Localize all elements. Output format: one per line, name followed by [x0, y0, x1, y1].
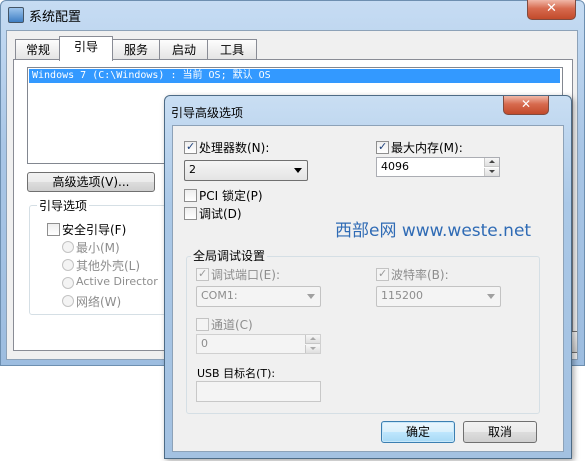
usb-target-input[interactable] [196, 381, 321, 402]
tab-general[interactable]: 常规 [15, 39, 61, 60]
advanced-options-button[interactable]: 高级选项(V)... [27, 172, 155, 192]
active-directory-label: Active Director [76, 275, 158, 288]
boot-options-title: 引导选项 [37, 197, 90, 214]
app-icon [8, 7, 24, 23]
baud-rate-value: 115200 [381, 289, 423, 302]
safe-boot-label: 安全引导(F) [62, 223, 127, 237]
max-memory-checkbox[interactable] [376, 140, 389, 154]
spin-down-icon[interactable] [484, 168, 499, 176]
num-processors-checkbox[interactable] [184, 140, 197, 154]
minimal-label: 最小(M) [76, 241, 120, 255]
chevron-down-icon [487, 294, 495, 299]
baud-rate-select[interactable]: 115200 [376, 286, 501, 307]
debug-port-label: 调试端口(E): [211, 268, 280, 282]
channel-spinner[interactable]: 0 [196, 334, 321, 354]
other-shell-radio[interactable] [62, 259, 74, 271]
window-title: 系统配置 [29, 10, 82, 25]
dialog-title: 引导高级选项 [171, 106, 244, 120]
tab-startup[interactable]: 启动 [159, 39, 209, 60]
num-processors-select[interactable]: 2 [184, 160, 308, 181]
max-memory-label: 最大内存(M): [391, 141, 463, 155]
cancel-button[interactable]: 取消 [463, 421, 537, 443]
spin-up-icon[interactable] [484, 158, 499, 167]
max-memory-spinner[interactable]: 4096 [376, 157, 500, 177]
list-item[interactable]: Windows 7 (C:\Windows) : 当前 OS; 默认 OS [29, 69, 560, 83]
pci-lock-checkbox[interactable] [184, 189, 197, 202]
num-processors-value: 2 [189, 163, 196, 176]
tab-services[interactable]: 服务 [111, 39, 161, 60]
debug-port-checkbox[interactable] [196, 267, 209, 281]
baud-rate-label: 波特率(B): [391, 268, 449, 282]
chevron-down-icon [294, 168, 302, 173]
active-directory-radio[interactable] [62, 277, 74, 289]
debug-label: 调试(D) [199, 207, 242, 221]
close-button[interactable]: ✕ [527, 0, 576, 20]
minimal-radio[interactable] [62, 241, 74, 253]
max-memory-value: 4096 [381, 160, 409, 173]
other-shell-label: 其他外壳(L) [76, 259, 141, 273]
spin-up-icon[interactable] [305, 335, 320, 344]
network-radio[interactable] [62, 295, 74, 307]
debug-checkbox[interactable] [184, 207, 197, 220]
spin-down-icon[interactable] [305, 345, 320, 353]
channel-value: 0 [201, 337, 208, 350]
baud-rate-checkbox[interactable] [376, 267, 389, 281]
tab-tools[interactable]: 工具 [207, 39, 257, 60]
tab-boot[interactable]: 引导 [59, 36, 113, 61]
global-debug-title: 全局调试设置 [191, 247, 268, 264]
dialog-close-button[interactable]: ✕ [503, 96, 549, 115]
usb-target-label: USB 目标名(T): [197, 367, 276, 380]
pci-lock-label: PCI 锁定(P) [199, 189, 263, 203]
debug-port-select[interactable]: COM1: [196, 286, 321, 307]
safe-boot-checkbox[interactable] [47, 223, 60, 236]
debug-port-value: COM1: [201, 289, 238, 302]
num-processors-label: 处理器数(N): [199, 141, 270, 155]
network-label: 网络(W) [76, 295, 122, 309]
watermark-text: 西部e网 www.weste.net [335, 221, 532, 241]
ok-button[interactable]: 确定 [381, 421, 455, 443]
channel-label: 通道(C) [211, 318, 253, 332]
chevron-down-icon [307, 294, 315, 299]
channel-checkbox[interactable] [196, 318, 209, 331]
